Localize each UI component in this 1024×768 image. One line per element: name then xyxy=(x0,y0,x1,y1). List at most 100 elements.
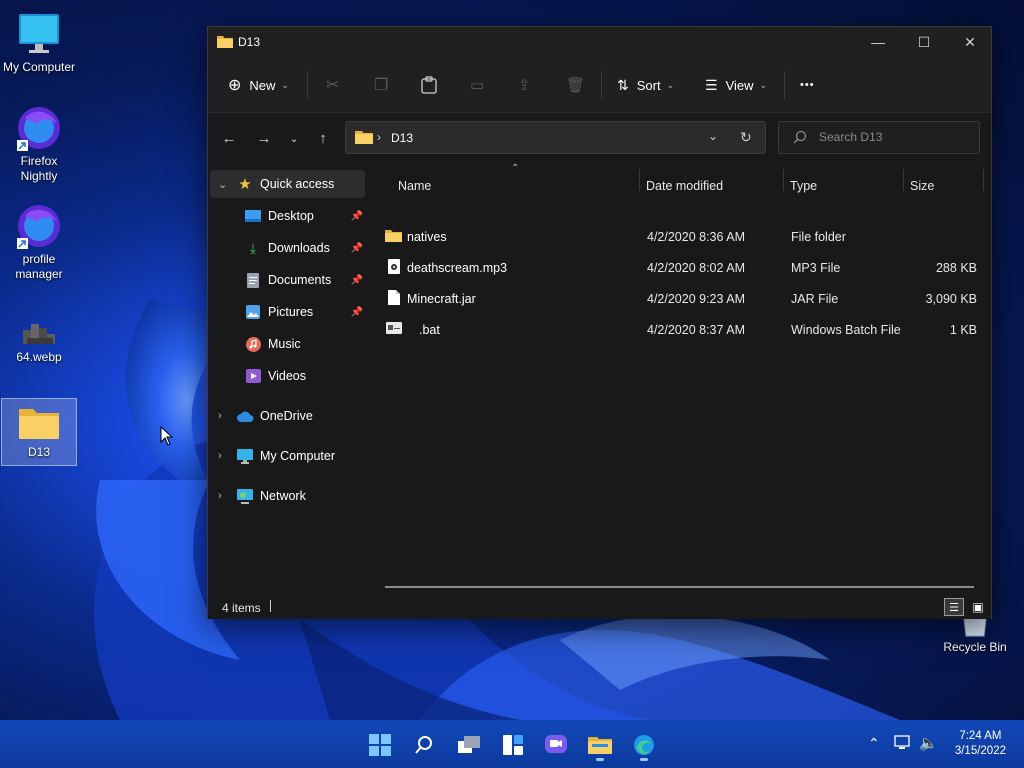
title-bar[interactable]: D13 — ☐ ✕ xyxy=(208,27,991,57)
search-icon xyxy=(793,130,807,147)
new-button[interactable]: ⊕ New ⌄ xyxy=(228,71,289,99)
command-bar: ⊕ New ⌄ ✂ ❐ ▭ ⇪ 🗑 ⇅ Sort ⌄ ☰ View ⌄ ••• xyxy=(208,57,991,113)
chat-button[interactable] xyxy=(538,729,574,761)
back-button[interactable]: ← xyxy=(217,127,241,149)
search-box[interactable] xyxy=(778,121,980,154)
column-header-label: Name xyxy=(398,179,432,193)
chat-icon xyxy=(545,735,567,753)
cut-button[interactable]: ✂ xyxy=(326,71,339,99)
large-icons-view-icon[interactable]: ▣ xyxy=(968,598,988,616)
sidebar-item-quick-access[interactable]: ⌄ ★ Quick access xyxy=(210,170,365,198)
file-name: Minecraft.jar xyxy=(407,292,476,306)
column-header-date[interactable]: Date modified xyxy=(646,171,723,201)
sidebar-item-onedrive[interactable]: › OneDrive xyxy=(210,402,365,430)
speaker-icon[interactable]: 🔈 xyxy=(919,734,938,752)
chevron-right-icon: › xyxy=(377,130,381,144)
start-button[interactable] xyxy=(362,729,398,761)
chevron-right-icon: › xyxy=(218,410,222,422)
widgets-button[interactable] xyxy=(495,729,531,761)
column-divider[interactable] xyxy=(983,169,984,191)
file-type: JAR File xyxy=(791,292,839,306)
pin-icon[interactable]: 📌 xyxy=(351,243,363,254)
sidebar-item-pictures[interactable]: Pictures 📌 xyxy=(210,298,365,326)
file-row[interactable]: deathscream.mp3 4/2/2020 8:02 AM MP3 Fil… xyxy=(385,254,985,282)
sidebar-item-downloads[interactable]: ⤓ Downloads 📌 xyxy=(210,234,365,262)
breadcrumb[interactable]: D13 xyxy=(391,131,413,145)
file-name: deathscream.mp3 xyxy=(407,261,508,275)
view-label: View xyxy=(725,77,754,93)
clock[interactable]: 7:24 AM 3/15/2022 xyxy=(955,729,1006,759)
pin-icon[interactable]: 📌 xyxy=(351,307,363,318)
sort-button[interactable]: ⇅ Sort ⌄ xyxy=(617,71,674,99)
copy-button[interactable]: ❐ xyxy=(374,71,388,99)
sidebar-item-music[interactable]: Music xyxy=(210,330,365,358)
item-count: 4 items xyxy=(222,601,261,615)
mouse-cursor-icon xyxy=(160,426,174,446)
network-icon xyxy=(236,487,254,505)
chevron-right-icon: › xyxy=(218,490,222,502)
forward-button[interactable]: → xyxy=(252,127,276,149)
column-header-type[interactable]: Type xyxy=(790,171,817,201)
column-divider[interactable] xyxy=(903,169,904,191)
chevron-down-icon[interactable]: ⌄ xyxy=(708,129,718,143)
pin-icon[interactable]: 📌 xyxy=(351,211,363,222)
sort-icon: ⇅ xyxy=(617,76,629,93)
view-button[interactable]: ☰ View ⌄ xyxy=(705,71,767,99)
delete-button[interactable]: 🗑 xyxy=(566,71,585,99)
file-explorer-window: D13 — ☐ ✕ ⊕ New ⌄ ✂ ❐ ▭ ⇪ 🗑 ⇅ Sort ⌄ ☰ V… xyxy=(207,26,992,619)
maximize-icon: ☐ xyxy=(917,33,931,50)
details-view-icon[interactable]: ☰ xyxy=(944,598,964,616)
folder-icon xyxy=(217,35,233,52)
recent-locations-button[interactable]: ⌄ xyxy=(282,127,306,149)
task-view-icon xyxy=(458,736,480,753)
rename-button[interactable]: ▭ xyxy=(470,71,484,99)
sidebar-item-documents[interactable]: Documents 📌 xyxy=(210,266,365,294)
paste-button[interactable] xyxy=(421,71,437,99)
close-button[interactable]: ✕ xyxy=(947,27,993,57)
sidebar-item-network[interactable]: › Network xyxy=(210,482,365,510)
edge-button[interactable] xyxy=(626,729,662,761)
search-button[interactable] xyxy=(406,729,442,761)
sidebar-item-videos[interactable]: Videos xyxy=(210,362,365,390)
pin-icon[interactable]: 📌 xyxy=(351,275,363,286)
file-name: .bat xyxy=(419,323,440,337)
desktop-icon-64-webp[interactable]: 64.webp xyxy=(1,318,77,365)
more-options-button[interactable]: ••• xyxy=(800,71,815,99)
column-divider[interactable] xyxy=(639,169,640,191)
sidebar-item-desktop[interactable]: Desktop 📌 xyxy=(210,202,365,230)
desktop-icon-d13[interactable]: D13 xyxy=(1,398,77,466)
status-divider xyxy=(270,600,271,612)
share-icon: ⇪ xyxy=(518,77,531,94)
up-button[interactable]: ↑ xyxy=(311,127,335,149)
task-view-button[interactable] xyxy=(451,729,487,761)
desktop-icon-my-computer[interactable]: My Computer xyxy=(1,10,77,75)
sidebar-item-label: Downloads xyxy=(268,241,330,255)
desktop-icon-label: profile manager xyxy=(15,252,63,281)
desktop-icon-profile-manager[interactable]: profile manager xyxy=(1,202,77,282)
chevron-up-icon[interactable]: ⌃ xyxy=(868,735,880,752)
file-explorer-button[interactable] xyxy=(582,729,618,761)
column-header-name[interactable]: Name xyxy=(398,171,431,201)
file-row[interactable]: Minecraft.jar 4/2/2020 9:23 AM JAR File … xyxy=(385,285,985,313)
sort-label: Sort xyxy=(636,77,661,93)
column-header-label: Type xyxy=(790,179,818,193)
rename-icon: ▭ xyxy=(470,77,485,94)
file-row[interactable]: .bat 4/2/2020 8:37 AM Windows Batch File… xyxy=(385,316,985,344)
column-divider[interactable] xyxy=(783,169,784,191)
horizontal-scrollbar[interactable] xyxy=(385,586,974,588)
network-icon[interactable] xyxy=(894,735,912,754)
file-type: Windows Batch File xyxy=(791,323,901,337)
desktop-icon-firefox-nightly[interactable]: Firefox Nightly xyxy=(1,104,77,184)
search-input[interactable] xyxy=(819,130,969,144)
share-button[interactable]: ⇪ xyxy=(518,71,531,99)
minimize-button[interactable]: — xyxy=(855,27,901,57)
address-bar[interactable]: › D13 ⌄ ↻ xyxy=(345,121,766,154)
sidebar-item-my-computer[interactable]: › My Computer xyxy=(210,442,365,470)
firefox-nightly-icon xyxy=(15,104,63,152)
toolbar-divider xyxy=(784,71,785,99)
refresh-icon[interactable]: ↻ xyxy=(740,129,752,146)
maximize-button[interactable]: ☐ xyxy=(901,27,947,57)
folder-icon xyxy=(15,403,63,443)
column-header-size[interactable]: Size xyxy=(910,171,934,201)
file-row[interactable]: natives 4/2/2020 8:36 AM File folder xyxy=(385,223,985,251)
